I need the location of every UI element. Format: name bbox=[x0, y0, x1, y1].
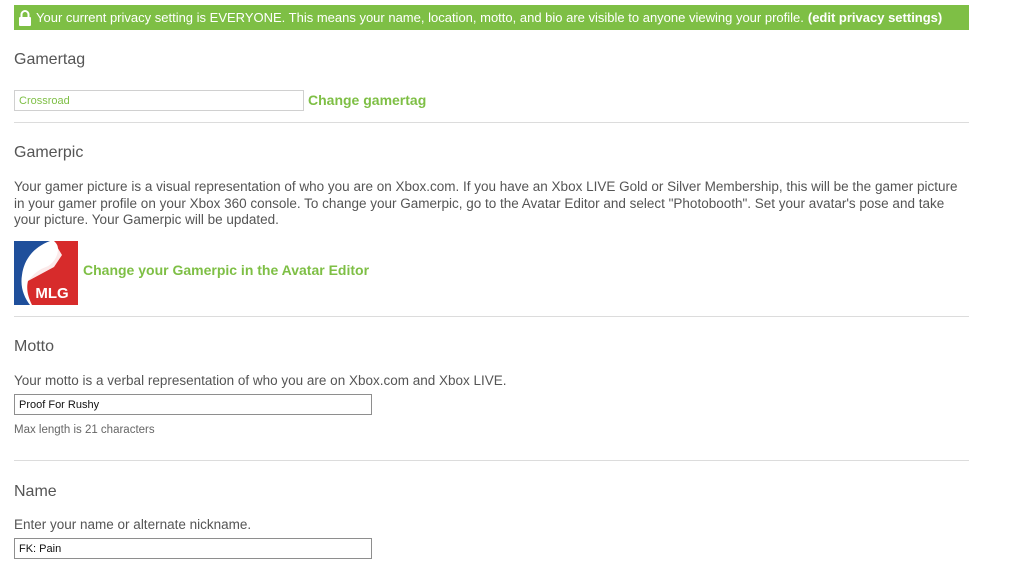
gamerpic-logo-text: MLG bbox=[35, 285, 68, 302]
gamertag-title: Gamertag bbox=[14, 51, 86, 68]
privacy-message: Your current privacy setting is EVERYONE… bbox=[36, 10, 804, 25]
gamerpic-title: Gamerpic bbox=[14, 144, 84, 161]
motto-field[interactable] bbox=[14, 394, 372, 415]
gamerpic-image[interactable]: MLG bbox=[14, 241, 78, 305]
gamertag-field[interactable] bbox=[14, 90, 304, 111]
privacy-banner: Your current privacy setting is EVERYONE… bbox=[14, 5, 969, 30]
gamerpic-description: Your gamer picture is a visual represent… bbox=[14, 179, 958, 227]
lock-icon bbox=[19, 9, 31, 26]
divider bbox=[14, 316, 969, 317]
name-title: Name bbox=[14, 483, 57, 500]
edit-privacy-settings-link[interactable]: (edit privacy settings) bbox=[808, 10, 942, 25]
change-gamertag-link[interactable]: Change gamertag bbox=[308, 92, 426, 108]
change-gamerpic-link[interactable]: Change your Gamerpic in the Avatar Edito… bbox=[83, 262, 369, 278]
motto-max-length-hint: Max length is 21 characters bbox=[14, 424, 155, 436]
motto-title: Motto bbox=[14, 338, 55, 355]
divider bbox=[14, 460, 969, 461]
motto-description: Your motto is a verbal representation of… bbox=[14, 373, 507, 388]
divider bbox=[14, 122, 969, 123]
name-description: Enter your name or alternate nickname. bbox=[14, 517, 252, 532]
name-field[interactable] bbox=[14, 538, 372, 559]
